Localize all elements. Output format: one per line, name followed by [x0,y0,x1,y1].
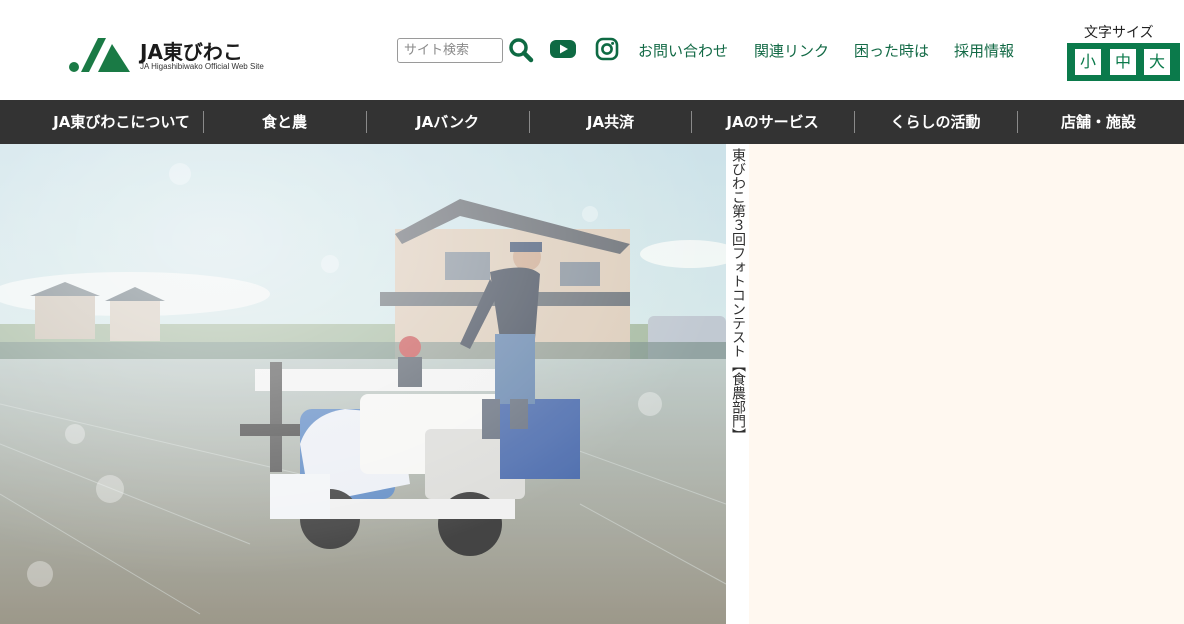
hero-photo[interactable] [0,144,726,624]
rice-planting-photo [0,144,726,624]
font-size-medium-button[interactable]: 中 [1110,49,1136,75]
instagram-icon[interactable] [595,37,619,61]
nav-item-about[interactable]: JA東びわこについて [40,100,203,144]
nav-item-ja-kyosai[interactable]: JA共済 [529,100,692,144]
hero-caption-strip: 東びわこ第３回フォトコンテスト【食農部門】 [726,144,749,624]
nav-item-services[interactable]: JAのサービス [691,100,854,144]
global-nav: JA東びわこについて 食と農 JAバンク JA共済 JAのサービス くらしの活動… [0,100,1184,144]
site-header: JA東びわこ JA Higashibiwako Official Web Sit… [0,0,1184,100]
recruit-link[interactable]: 採用情報 [954,40,1014,61]
font-size-small-button[interactable]: 小 [1075,49,1101,75]
youtube-icon[interactable] [549,38,577,60]
nav-item-community[interactable]: くらしの活動 [854,100,1017,144]
ja-logo-mark [69,38,130,72]
nav-item-branches[interactable]: 店舗・施設 [1017,100,1180,144]
contact-link[interactable]: お問い合わせ [638,40,728,61]
nav-item-food-agriculture[interactable]: 食と農 [203,100,366,144]
side-panel [749,144,1184,624]
search-input[interactable] [397,38,503,63]
font-size-switcher: 小 中 大 [1067,43,1180,81]
hero-caption: 東びわこ第３回フォトコンテスト【食農部門】 [730,148,746,442]
related-links-link[interactable]: 関連リンク [754,40,829,61]
logo-subtitle: JA Higashibiwako Official Web Site [140,62,264,71]
logo-title: JA東びわこ [140,40,243,64]
nav-item-ja-bank[interactable]: JAバンク [366,100,529,144]
help-link[interactable]: 困った時は [854,40,929,61]
font-size-label: 文字サイズ [1084,25,1154,41]
search-icon[interactable] [508,37,534,63]
site-logo[interactable]: JA東びわこ JA Higashibiwako Official Web Sit… [68,34,278,78]
font-size-large-button[interactable]: 大 [1144,49,1170,75]
